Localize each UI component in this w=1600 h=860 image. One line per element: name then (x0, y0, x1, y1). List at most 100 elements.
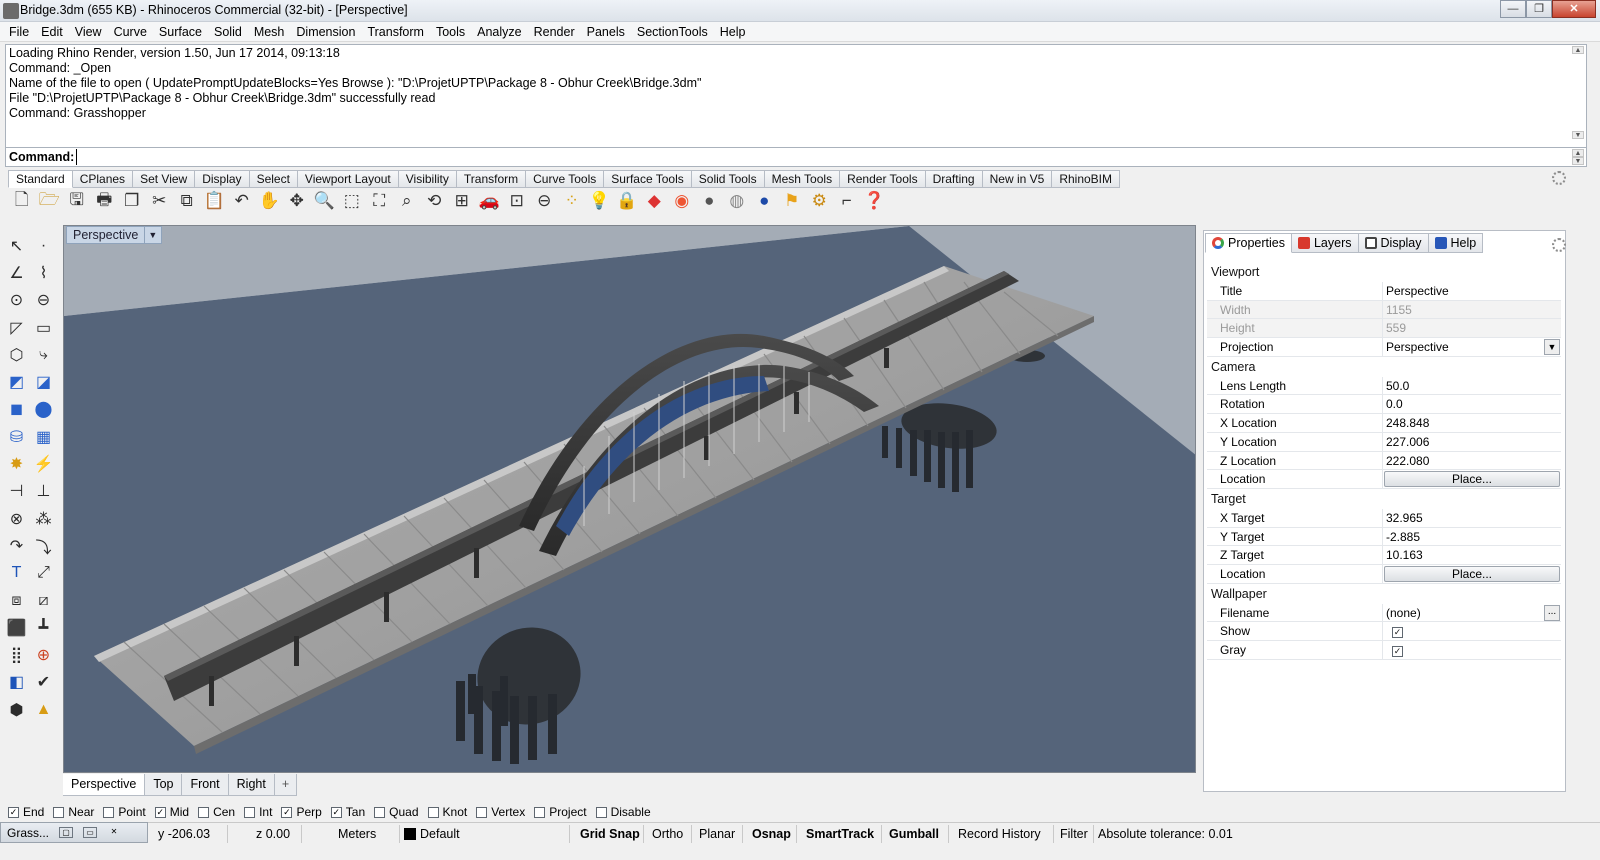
gray-checkbox[interactable]: ✓ (1392, 646, 1403, 657)
split-icon[interactable]: ⊣ (3, 478, 30, 504)
menu-help[interactable]: Help (714, 22, 752, 42)
box-icon[interactable]: ◼ (3, 396, 30, 422)
paste-icon[interactable]: 📋 (201, 189, 229, 213)
grid-snap-toggle[interactable]: Grid Snap (580, 825, 644, 843)
osnap-int[interactable]: Int (244, 805, 272, 819)
curve-icon[interactable]: ⌇ (30, 260, 57, 286)
tab-standard[interactable]: Standard (8, 170, 73, 188)
tab-visibility[interactable]: Visibility (398, 170, 457, 188)
menu-dimension[interactable]: Dimension (290, 22, 361, 42)
tab-layers[interactable]: Layers (1291, 233, 1359, 253)
target-place-button[interactable]: Place... (1384, 565, 1560, 582)
menu-view[interactable]: View (69, 22, 108, 42)
extrude-icon[interactable]: ◪ (30, 369, 57, 395)
tab-curve-tools[interactable]: Curve Tools (526, 170, 605, 188)
tab-render-tools[interactable]: Render Tools (840, 170, 926, 188)
rendered-sphere-icon[interactable]: ◍ (723, 189, 751, 213)
tab-new-in-v5[interactable]: New in V5 (982, 170, 1053, 188)
menu-transform[interactable]: Transform (361, 22, 430, 42)
array-icon[interactable]: ⧈ (3, 588, 30, 614)
zoom-window-icon[interactable]: ⬚ (338, 189, 366, 213)
scroll-up-icon[interactable]: ▲ (1572, 46, 1584, 54)
layer-icon[interactable]: ◆ (641, 189, 669, 213)
tab-drafting[interactable]: Drafting (925, 170, 983, 188)
vtab-front[interactable]: Front (182, 774, 229, 796)
spinner-up-icon[interactable]: ▲ (1572, 149, 1584, 157)
ortho-toggle[interactable]: Ortho (652, 825, 692, 843)
planar-toggle[interactable]: Planar (699, 825, 743, 843)
mirror-icon[interactable]: ⧄ (30, 588, 57, 614)
restore-icon[interactable]: ▢ (59, 827, 74, 838)
osnap-checkbox[interactable] (534, 806, 546, 818)
menu-surface[interactable]: Surface (153, 22, 208, 42)
spheres-icon[interactable]: ⬤ (30, 396, 57, 422)
viewport-menu-chevron-icon[interactable]: ▼ (144, 227, 157, 243)
zoom-selected-icon[interactable]: ⌕ (393, 189, 421, 213)
osnap-checkbox[interactable]: ✓ (281, 806, 293, 818)
vtab-top[interactable]: Top (145, 774, 183, 796)
filter-toggle[interactable]: Filter (1060, 825, 1094, 843)
osnap-checkbox[interactable] (427, 806, 439, 818)
help-icon[interactable]: ❓ (861, 189, 889, 213)
arc-icon[interactable]: ◸ (3, 315, 30, 341)
explode-icon[interactable]: ✸ (3, 451, 30, 477)
open-folder-icon[interactable]: 🗁 (36, 189, 64, 213)
maximize-icon[interactable]: ▭ (83, 827, 98, 838)
prop-z-location-value[interactable]: 222.080 (1383, 452, 1561, 470)
menu-render[interactable]: Render (528, 22, 581, 42)
osnap-checkbox[interactable]: ✓ (8, 806, 19, 818)
osnap-toggle[interactable]: Osnap (752, 825, 797, 843)
scale-icon[interactable]: ⤢ (30, 560, 57, 586)
lock-icon[interactable]: 🔒 (613, 189, 641, 213)
menu-edit[interactable]: Edit (35, 22, 69, 42)
menu-curve[interactable]: Curve (108, 22, 153, 42)
tab-properties[interactable]: Properties (1205, 233, 1292, 253)
chevron-down-icon[interactable]: ▼ (1544, 339, 1560, 356)
light-bulb-icon[interactable]: 💡 (586, 189, 614, 213)
render-sphere-icon[interactable]: ● (751, 189, 779, 213)
mesh-icon[interactable]: ▦ (30, 424, 57, 450)
units-display[interactable]: Meters (338, 825, 400, 843)
restore-button[interactable]: ❐ (1526, 0, 1552, 18)
properties-icon[interactable]: ⚑ (778, 189, 806, 213)
chamfer-icon[interactable]: ⤵ (30, 533, 57, 559)
color-wheel-icon[interactable]: ◉ (668, 189, 696, 213)
fillet-icon[interactable]: ↷ (3, 533, 30, 559)
gumball-toggle[interactable]: Gumball (889, 825, 949, 843)
circle-icon[interactable]: ⊙ (3, 287, 30, 313)
menu-panels[interactable]: Panels (581, 22, 631, 42)
move-view-icon[interactable]: ✥ (283, 189, 311, 213)
osnap-checkbox[interactable]: ✓ (154, 806, 166, 818)
polygon-icon[interactable]: ⬡ (3, 342, 30, 368)
light-cone-icon[interactable]: ▲ (30, 697, 57, 723)
osnap-checkbox[interactable] (476, 806, 488, 818)
smarttrack-toggle[interactable]: SmartTrack (806, 825, 882, 843)
fillet-curve-icon[interactable]: ⤷ (30, 342, 57, 368)
prop-rotation-value[interactable]: 0.0 (1383, 395, 1561, 413)
menu-tools[interactable]: Tools (430, 22, 471, 42)
osnap-checkbox[interactable] (103, 806, 115, 818)
menu-sectiontools[interactable]: SectionTools (631, 22, 714, 42)
cut-icon[interactable]: ✂ (146, 189, 174, 213)
cylinder-icon[interactable]: ⛁ (3, 424, 30, 450)
add-viewport-tab-icon[interactable]: + (274, 774, 298, 796)
minimize-button[interactable]: — (1500, 0, 1526, 18)
prop-y-location-value[interactable]: 227.006 (1383, 433, 1561, 451)
tab-rhinobim[interactable]: RhinoBIM (1052, 170, 1120, 188)
osnap-disable[interactable]: Disable (595, 805, 651, 819)
osnap-perp[interactable]: ✓ Perp (281, 805, 322, 819)
rectangle-icon[interactable]: ▭ (30, 315, 57, 341)
prop-y-target-value[interactable]: -2.885 (1383, 528, 1561, 546)
options-gears-icon[interactable]: ⚙ (806, 189, 834, 213)
import-icon[interactable]: ❐ (118, 189, 146, 213)
undo-view-icon[interactable]: ⟲ (421, 189, 449, 213)
select-arrow-icon[interactable]: ↖ (3, 233, 30, 259)
osnap-checkbox[interactable] (244, 806, 256, 818)
analyze-icon[interactable]: ◧ (3, 669, 30, 695)
boolean-icon[interactable]: ⊗ (3, 506, 30, 532)
cplane-icon[interactable]: ⊖ (531, 189, 559, 213)
prop-title-value[interactable]: Perspective (1383, 282, 1561, 300)
trim-icon[interactable]: ⚡ (30, 451, 57, 477)
osnap-end[interactable]: ✓ End (8, 805, 44, 819)
menu-file[interactable]: File (3, 22, 35, 42)
